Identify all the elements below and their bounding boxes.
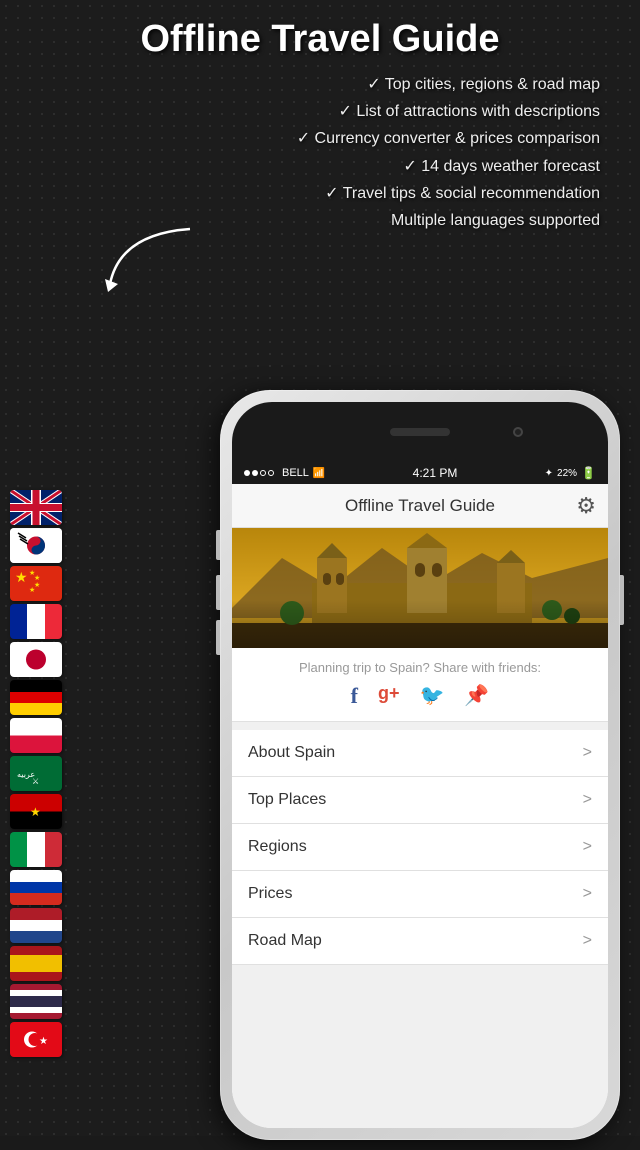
menu-item-label: Regions: [248, 838, 307, 856]
chevron-right-icon: >: [583, 744, 592, 762]
menu-item-label: Road Map: [248, 932, 322, 950]
social-icons-row: f g+ 🐦 📌: [248, 683, 592, 709]
flag-japan[interactable]: [10, 642, 62, 677]
phone-top-bar: [232, 402, 608, 462]
status-right: ✦ 22% 🔋: [545, 466, 596, 480]
google-plus-icon[interactable]: g+: [378, 683, 400, 709]
phone-speaker: [390, 428, 450, 436]
feature-3: ✓ Currency converter & prices comparison: [20, 125, 600, 152]
menu-list: About Spain > Top Places > Regions > Pri…: [232, 730, 608, 965]
chevron-right-icon: >: [583, 885, 592, 903]
bluetooth-icon: ✦: [545, 468, 553, 479]
svg-text:⚔: ⚔: [32, 777, 39, 786]
chevron-right-icon: >: [583, 932, 592, 950]
phone-mute-button: [216, 530, 220, 560]
spain-banner-image: [232, 528, 608, 648]
svg-text:★: ★: [15, 569, 28, 585]
signal-dot-2: [252, 470, 258, 476]
feature-5: ✓ Travel tips & social recommendation: [20, 180, 600, 207]
header-section: Offline Travel Guide ✓ Top cities, regio…: [0, 0, 640, 234]
chevron-right-icon: >: [583, 838, 592, 856]
status-time: 4:21 PM: [413, 466, 458, 480]
phone-screen: BELL 📶 4:21 PM ✦ 22% 🔋 Offline Travel Gu…: [232, 402, 608, 1128]
flag-germany[interactable]: [10, 680, 62, 715]
signal-dot-4: [268, 470, 274, 476]
menu-item-prices[interactable]: Prices >: [232, 871, 608, 918]
chevron-right-icon: >: [583, 791, 592, 809]
flag-angola[interactable]: ★: [10, 794, 62, 829]
menu-item-about-spain[interactable]: About Spain >: [232, 730, 608, 777]
svg-text:★: ★: [34, 574, 40, 582]
twitter-icon[interactable]: 🐦: [420, 683, 445, 709]
menu-item-label: Top Places: [248, 791, 326, 809]
battery-percent: 22%: [557, 468, 577, 479]
battery-icon: 🔋: [581, 466, 596, 480]
flag-italy[interactable]: [10, 832, 62, 867]
flag-spain[interactable]: [10, 946, 62, 981]
curved-arrow-icon: [90, 224, 210, 294]
app-title: Offline Travel Guide: [345, 496, 495, 516]
facebook-icon[interactable]: f: [351, 683, 358, 709]
signal-dot-3: [260, 470, 266, 476]
flag-netherlands[interactable]: [10, 908, 62, 943]
phone-volume-down-button: [216, 620, 220, 655]
app-content: Planning trip to Spain? Share with frien…: [232, 528, 608, 1128]
phone-mockup: BELL 📶 4:21 PM ✦ 22% 🔋 Offline Travel Gu…: [220, 390, 640, 1150]
status-left: BELL 📶: [244, 467, 325, 479]
svg-text:★: ★: [29, 586, 35, 594]
phone-camera: [513, 427, 523, 437]
flag-russia[interactable]: [10, 870, 62, 905]
phone-outer: BELL 📶 4:21 PM ✦ 22% 🔋 Offline Travel Gu…: [220, 390, 620, 1140]
signal-dots: [244, 470, 274, 476]
carrier-name: BELL: [282, 467, 309, 479]
pinterest-icon[interactable]: 📌: [464, 683, 489, 709]
app-header: Offline Travel Guide ⚙: [232, 484, 608, 528]
flag-thailand[interactable]: [10, 984, 62, 1019]
feature-4: ✓ 14 days weather forecast: [20, 153, 600, 180]
arrow-section: [0, 234, 640, 294]
flag-korea[interactable]: [10, 528, 62, 563]
phone-power-button: [620, 575, 624, 625]
main-title: Offline Travel Guide: [20, 18, 620, 61]
flag-uk[interactable]: [10, 490, 62, 525]
settings-icon[interactable]: ⚙: [576, 493, 596, 519]
social-share-text: Planning trip to Spain? Share with frien…: [248, 660, 592, 675]
status-bar: BELL 📶 4:21 PM ✦ 22% 🔋: [232, 462, 608, 484]
features-list: ✓ Top cities, regions & road map ✓ List …: [20, 71, 620, 234]
social-share-section: Planning trip to Spain? Share with frien…: [232, 648, 608, 722]
svg-text:★: ★: [39, 1036, 48, 1047]
flag-france[interactable]: [10, 604, 62, 639]
wifi-icon: 📶: [313, 468, 325, 479]
flag-turkey[interactable]: ★: [10, 1022, 62, 1057]
feature-2: ✓ List of attractions with descriptions: [20, 98, 600, 125]
phone-volume-up-button: [216, 575, 220, 610]
menu-item-regions[interactable]: Regions >: [232, 824, 608, 871]
flag-poland[interactable]: [10, 718, 62, 753]
menu-item-label: About Spain: [248, 744, 335, 762]
signal-dot-1: [244, 470, 250, 476]
banner-overlay: [232, 528, 608, 648]
svg-text:★: ★: [30, 805, 41, 819]
flag-saudi-arabia[interactable]: عربيه ⚔: [10, 756, 62, 791]
menu-item-label: Prices: [248, 885, 292, 903]
flags-column: ★ ★ ★ ★ ★: [10, 490, 62, 1057]
menu-item-top-places[interactable]: Top Places >: [232, 777, 608, 824]
feature-1: ✓ Top cities, regions & road map: [20, 71, 600, 98]
menu-item-road-map[interactable]: Road Map >: [232, 918, 608, 965]
flag-china[interactable]: ★ ★ ★ ★ ★: [10, 566, 62, 601]
